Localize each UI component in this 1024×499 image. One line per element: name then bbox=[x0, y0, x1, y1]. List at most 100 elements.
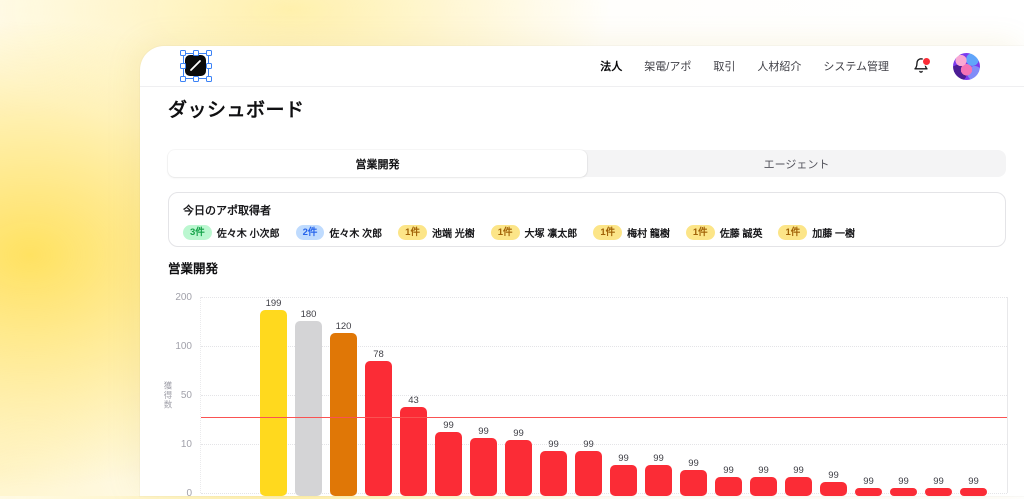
y-tick-label: 10 bbox=[154, 439, 192, 450]
y-axis: 20010050100 bbox=[154, 297, 196, 493]
person-item: 1件梅村 龍樹 bbox=[593, 225, 670, 240]
target-line bbox=[201, 417, 1007, 418]
person-item: 1件大塚 凛太郎 bbox=[491, 225, 578, 240]
person-item: 3件佐々木 小次郎 bbox=[183, 225, 280, 240]
y-tick-label: 100 bbox=[154, 341, 192, 352]
bell-icon[interactable] bbox=[913, 57, 931, 75]
chart-bar bbox=[890, 488, 917, 496]
bar-value-label: 43 bbox=[408, 396, 419, 406]
chart-bar bbox=[400, 407, 427, 496]
selection-handle[interactable] bbox=[180, 63, 186, 69]
selection-handle[interactable] bbox=[193, 76, 199, 82]
bar-value-label: 180 bbox=[301, 310, 317, 320]
count-badge: 1件 bbox=[686, 225, 715, 239]
selection-handle[interactable] bbox=[206, 76, 212, 82]
chart-bar bbox=[540, 451, 567, 496]
bar-value-label: 99 bbox=[968, 477, 979, 487]
chart-bar bbox=[435, 432, 462, 496]
bar-group: 199 bbox=[260, 299, 287, 497]
chart-bar bbox=[715, 477, 742, 496]
nav-item-システム管理[interactable]: システム管理 bbox=[823, 58, 889, 74]
chart-bar bbox=[470, 438, 497, 496]
chart-bar bbox=[645, 465, 672, 496]
bar-value-label: 99 bbox=[688, 459, 699, 469]
appointment-list: 3件佐々木 小次郎2件佐々木 次郎1件池端 光樹1件大塚 凛太郎1件梅村 龍樹1… bbox=[183, 225, 991, 240]
bar-group: 99 bbox=[505, 429, 532, 497]
nav-item-法人[interactable]: 法人 bbox=[600, 58, 622, 74]
nav-item-人材紹介[interactable]: 人材紹介 bbox=[757, 58, 801, 74]
chart-bar bbox=[750, 477, 777, 496]
selection-handle[interactable] bbox=[206, 63, 212, 69]
chart-bar bbox=[680, 470, 707, 496]
bar-value-label: 99 bbox=[513, 429, 524, 439]
user-avatar[interactable] bbox=[953, 53, 980, 80]
chart-bar bbox=[855, 488, 882, 496]
chart-bar bbox=[820, 482, 847, 496]
bar-value-label: 99 bbox=[898, 477, 909, 487]
bar-value-label: 99 bbox=[828, 471, 839, 481]
today-appointments-title: 今日のアポ取得者 bbox=[183, 202, 991, 218]
person-name: 佐藤 誠英 bbox=[720, 225, 763, 240]
chart-bar bbox=[330, 333, 357, 496]
bar-value-label: 99 bbox=[758, 466, 769, 476]
selection-handle[interactable] bbox=[180, 50, 186, 56]
bar-value-label: 99 bbox=[548, 440, 559, 450]
chart-title: 営業開発 bbox=[168, 258, 218, 277]
count-badge: 1件 bbox=[491, 225, 520, 239]
bars-row: 199 180 120 78 43 99 99 99 99 99 99 99 99 99 99 99 99 99 9… bbox=[260, 299, 987, 497]
bar-value-label: 78 bbox=[373, 350, 384, 360]
nav-item-取引[interactable]: 取引 bbox=[713, 58, 735, 74]
chart-bar bbox=[365, 361, 392, 496]
bar-value-label: 99 bbox=[618, 454, 629, 464]
y-tick-label: 50 bbox=[154, 390, 192, 401]
chart-bar bbox=[505, 440, 532, 496]
bar-group: 99 bbox=[715, 466, 742, 497]
count-badge: 3件 bbox=[183, 225, 212, 239]
bar-group: 99 bbox=[785, 466, 812, 497]
chart-bar bbox=[295, 321, 322, 496]
bar-value-label: 99 bbox=[793, 466, 804, 476]
bar-group: 99 bbox=[890, 477, 917, 497]
person-name: 加藤 一樹 bbox=[812, 225, 855, 240]
person-name: 梅村 龍樹 bbox=[627, 225, 670, 240]
y-tick-label: 0 bbox=[154, 488, 192, 499]
person-item: 2件佐々木 次郎 bbox=[296, 225, 383, 240]
bar-group: 43 bbox=[400, 396, 427, 497]
selection-handle[interactable] bbox=[193, 50, 199, 56]
bar-group: 99 bbox=[470, 427, 497, 497]
count-badge: 2件 bbox=[296, 225, 325, 239]
bar-value-label: 199 bbox=[266, 299, 282, 309]
logo-selection-box[interactable] bbox=[183, 53, 209, 79]
chart-bar bbox=[575, 451, 602, 496]
bar-group: 99 bbox=[610, 454, 637, 497]
person-name: 大塚 凛太郎 bbox=[525, 225, 578, 240]
nav-item-架電/アポ[interactable]: 架電/アポ bbox=[644, 58, 691, 74]
selection-handle[interactable] bbox=[180, 76, 186, 82]
person-name: 池端 光樹 bbox=[432, 225, 475, 240]
tab-エージェント[interactable]: エージェント bbox=[587, 150, 1006, 177]
count-badge: 1件 bbox=[398, 225, 427, 239]
bar-value-label: 99 bbox=[863, 477, 874, 487]
bar-value-label: 99 bbox=[583, 440, 594, 450]
person-item: 1件加藤 一樹 bbox=[778, 225, 855, 240]
person-name: 佐々木 小次郎 bbox=[217, 225, 280, 240]
bar-group: 99 bbox=[960, 477, 987, 497]
tab-bar: 営業開発エージェント bbox=[168, 150, 1006, 177]
bar-value-label: 99 bbox=[478, 427, 489, 437]
count-badge: 1件 bbox=[778, 225, 807, 239]
bar-group: 99 bbox=[645, 454, 672, 497]
bar-value-label: 99 bbox=[653, 454, 664, 464]
today-appointments-card: 今日のアポ取得者 3件佐々木 小次郎2件佐々木 次郎1件池端 光樹1件大塚 凛太… bbox=[168, 192, 1006, 247]
tab-営業開発[interactable]: 営業開発 bbox=[168, 150, 587, 177]
bar-value-label: 99 bbox=[443, 421, 454, 431]
bar-group: 99 bbox=[855, 477, 882, 497]
bar-group: 120 bbox=[330, 322, 357, 497]
person-item: 1件佐藤 誠英 bbox=[686, 225, 763, 240]
main-nav: 法人 架電/アポ 取引 人材紹介 システム管理 bbox=[600, 53, 1024, 80]
bar-group: 99 bbox=[435, 421, 462, 497]
bar-group: 99 bbox=[680, 459, 707, 497]
bar-group: 99 bbox=[820, 471, 847, 497]
selection-handle[interactable] bbox=[206, 50, 212, 56]
bar-group: 99 bbox=[540, 440, 567, 497]
slash-logo-icon[interactable] bbox=[185, 55, 206, 76]
